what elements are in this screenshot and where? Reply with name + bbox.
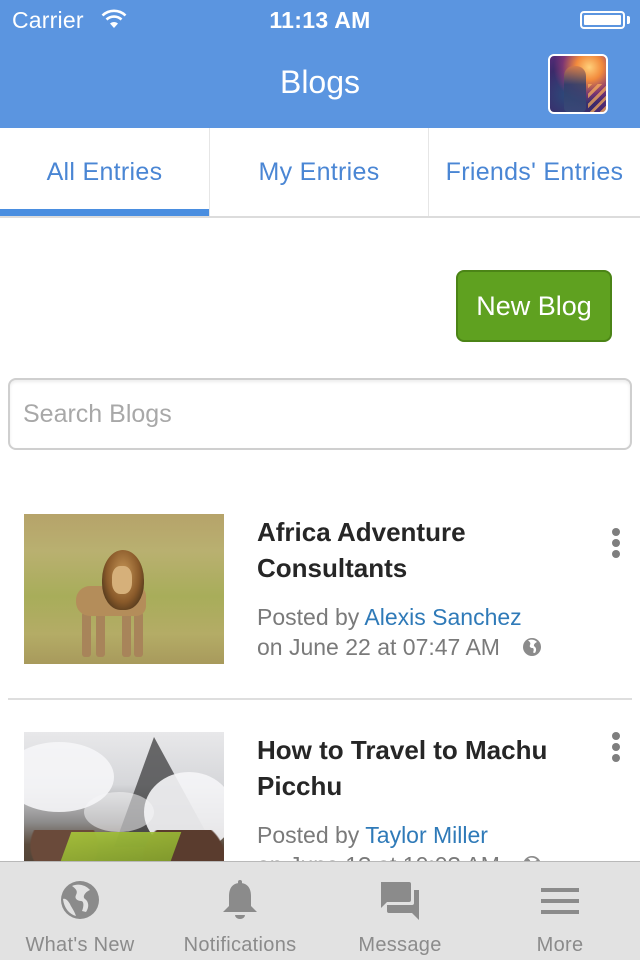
lion-leg [122,612,131,657]
tabbar-item-notifications[interactable]: Notifications [160,862,320,960]
page-title: Blogs [279,64,361,100]
tabbar-item-message[interactable]: Message [320,862,480,960]
post-options-kebab-icon[interactable] [606,732,626,768]
post-divider [8,698,632,700]
status-bar: Carrier 11:13 AM [0,0,640,40]
tab-friends-entries[interactable]: Friends' Entries [429,128,640,216]
lion-leg [96,612,105,657]
entries-segmented-tabs: All Entries My Entries Friends' Entries [0,128,640,218]
tabbar-item-whats-new[interactable]: What's New [0,862,160,960]
menu-icon [541,888,579,914]
post-meta: Posted by Alexis Sanchez on June 22 at 0… [257,602,542,662]
globe-icon [61,881,99,919]
chat-bubbles-icon [381,882,419,920]
post-thumbnail[interactable] [24,514,224,664]
post-title[interactable]: How to Travel to Machu Picchu [257,732,587,804]
tab-all-entries-label: All Entries [46,157,163,186]
tabbar-label: Message [358,934,442,956]
tab-all-entries[interactable]: All Entries [0,128,209,216]
post-title[interactable]: Africa Adventure Consultants [257,514,587,586]
lion-face [112,566,132,594]
bottom-tab-bar: What's New Notifications Message More [0,861,640,960]
avatar-light-stripes [588,84,606,112]
app-header: Carrier 11:13 AM Blogs [0,0,640,128]
bell-icon [223,880,257,919]
new-blog-button[interactable]: New Blog [456,270,612,342]
post-author-link[interactable]: Taylor Miller [365,822,488,848]
lion-leg [82,612,91,657]
tab-my-entries[interactable]: My Entries [209,128,429,216]
posted-by-label: Posted by [257,822,360,848]
post-options-kebab-icon[interactable] [606,528,626,564]
search-input[interactable] [10,380,630,448]
cloud [84,792,154,832]
tabbar-item-more[interactable]: More [480,862,640,960]
status-time: 11:13 AM [269,7,371,33]
tabbar-label: More [536,934,584,956]
active-tab-indicator [0,209,209,216]
post-thumbnail[interactable] [24,732,224,882]
tab-friends-entries-label: Friends' Entries [445,157,624,186]
tabbar-label: Notifications [183,934,297,956]
globe-icon [523,638,542,656]
avatar-figure [564,66,586,112]
battery-icon [580,11,625,29]
search-box [8,378,632,450]
lion-leg [134,612,143,657]
posted-by-label: Posted by [257,604,360,630]
battery-tip [627,16,630,24]
post-author-link[interactable]: Alexis Sanchez [364,604,521,630]
tabbar-label: What's New [25,934,135,956]
avatar[interactable] [548,54,608,114]
tab-my-entries-label: My Entries [258,157,380,186]
post-date: on June 22 at 07:47 AM [257,634,500,660]
